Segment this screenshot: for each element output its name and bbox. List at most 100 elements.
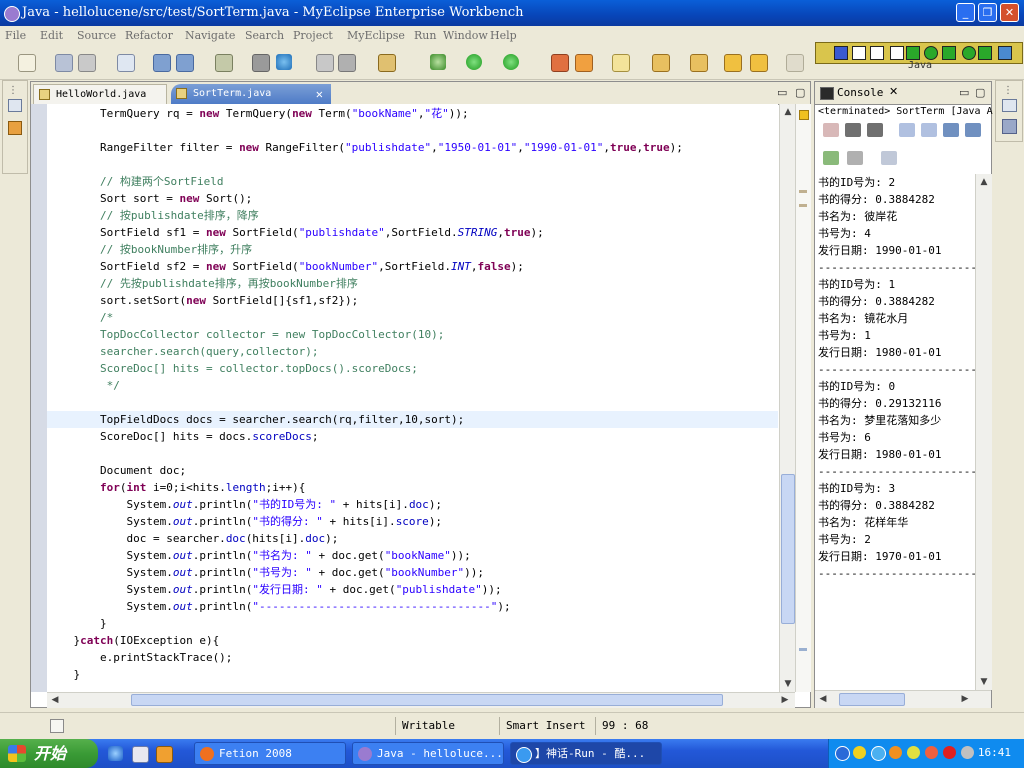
close-console-icon[interactable]: ✕: [889, 85, 898, 98]
scroll-up-icon[interactable]: ▲: [780, 104, 796, 120]
open-task-icon[interactable]: [551, 54, 569, 72]
code-line[interactable]: searcher.search(query,collector);: [47, 343, 778, 360]
menu-file[interactable]: File: [5, 29, 26, 42]
clear-console-icon[interactable]: [899, 123, 915, 137]
code-line[interactable]: System.out.println("书的得分: " + hits[i].sc…: [47, 513, 778, 530]
print-icon[interactable]: [78, 54, 96, 72]
code-line[interactable]: // 先按publishdate排序，再按bookNumber排序: [47, 275, 778, 292]
show-stderr-icon[interactable]: [965, 123, 981, 137]
menu-help[interactable]: Help: [490, 29, 517, 42]
debug-icon[interactable]: [430, 54, 446, 70]
maximize-button[interactable]: ❐: [978, 3, 997, 22]
scroll-right-icon[interactable]: ▶: [777, 693, 793, 708]
code-line[interactable]: // 按publishdate排序，降序: [47, 207, 778, 224]
tray-icon-4[interactable]: [907, 746, 920, 759]
server-icon[interactable]: [252, 54, 270, 72]
run-icon[interactable]: [466, 54, 482, 70]
refresh-icon[interactable]: [316, 54, 334, 72]
show-stdout-icon[interactable]: [943, 123, 959, 137]
tray-icon-3[interactable]: [889, 746, 902, 759]
code-line[interactable]: System.out.println("--------------------…: [47, 598, 778, 615]
code-line[interactable]: for(int i=0;i<hits.length;i++){: [47, 479, 778, 496]
tab-helloworld[interactable]: HelloWorld.java: [33, 84, 167, 104]
code-area[interactable]: TermQuery rq = new TermQuery(new Term("b…: [47, 104, 778, 692]
code-line[interactable]: TopFieldDocs docs = searcher.search(rq,f…: [47, 411, 778, 428]
search-icon[interactable]: [153, 54, 171, 72]
code-line[interactable]: e.printStackTrace();: [47, 649, 778, 666]
code-line[interactable]: TopDocCollector collector = new TopDocCo…: [47, 326, 778, 343]
menu-navigate[interactable]: Navigate: [185, 29, 235, 42]
prev-annotation-icon[interactable]: [690, 54, 708, 72]
tray-icon-6[interactable]: [943, 746, 956, 759]
occurrence-marker[interactable]: [799, 648, 807, 651]
code-line[interactable]: Document doc;: [47, 462, 778, 479]
code-line[interactable]: ScoreDoc[] hits = docs.scoreDocs;: [47, 428, 778, 445]
perspective-icon-3[interactable]: [870, 46, 884, 60]
editor-vertical-scrollbar[interactable]: ▲ ▼: [779, 104, 796, 692]
restore-icon[interactable]: [8, 99, 22, 112]
maximize-console-icon[interactable]: ▢: [975, 86, 985, 99]
code-line[interactable]: TermQuery rq = new TermQuery(new Term("b…: [47, 105, 778, 122]
task-java[interactable]: Java - helloluce...: [352, 742, 504, 765]
open-type-icon[interactable]: [176, 54, 194, 72]
scroll-lock-icon[interactable]: [921, 123, 937, 137]
tab-sortterm[interactable]: SortTerm.java ✕: [171, 84, 331, 104]
console-tab-label[interactable]: Console: [837, 86, 883, 99]
deploy-icon[interactable]: [215, 54, 233, 72]
perspective-icon-1[interactable]: [834, 46, 848, 60]
scroll-thumb[interactable]: [781, 474, 795, 624]
minimize-button[interactable]: _: [956, 3, 975, 22]
open-console-icon[interactable]: [881, 151, 897, 165]
console-vertical-scrollbar[interactable]: ▲ ▼: [975, 174, 992, 690]
menu-source[interactable]: Source: [77, 29, 116, 42]
occurrence-marker[interactable]: [799, 204, 807, 207]
code-line[interactable]: Sort sort = new Sort();: [47, 190, 778, 207]
warning-marker-icon[interactable]: [799, 110, 809, 120]
menu-search[interactable]: Search: [245, 29, 284, 42]
code-line[interactable]: RangeFilter filter = new RangeFilter("pu…: [47, 139, 778, 156]
remove-all-icon[interactable]: [867, 123, 883, 137]
display-console-icon[interactable]: [847, 151, 863, 165]
code-line[interactable]: System.out.println("书的ID号为: " + hits[i].…: [47, 496, 778, 513]
scroll-left-icon[interactable]: ◀: [47, 693, 63, 708]
minimize-view-icon[interactable]: ▭: [777, 86, 787, 99]
tray-arrow-icon[interactable]: [835, 746, 850, 761]
code-line[interactable]: SortField sf2 = new SortField("bookNumbe…: [47, 258, 778, 275]
code-line[interactable]: /*: [47, 309, 778, 326]
code-line[interactable]: [47, 156, 778, 173]
code-line[interactable]: }: [47, 666, 778, 683]
terminate-icon[interactable]: [823, 123, 839, 137]
task-kugou[interactable]: 】神话-Run - 酷...: [510, 742, 662, 765]
ie-icon[interactable]: [108, 746, 123, 761]
back-icon[interactable]: [750, 54, 768, 72]
last-edit-icon[interactable]: [724, 54, 742, 72]
media-icon[interactable]: [156, 746, 173, 763]
volume-icon[interactable]: [961, 746, 974, 759]
code-line[interactable]: // 按bookNumber排序，升序: [47, 241, 778, 258]
run-external-icon[interactable]: [503, 54, 519, 70]
task-fetion[interactable]: Fetion 2008: [194, 742, 346, 765]
code-line[interactable]: System.out.println("书号为: " + doc.get("bo…: [47, 564, 778, 581]
h-scroll-thumb[interactable]: [131, 694, 723, 706]
pin-console-icon[interactable]: [823, 151, 839, 165]
new-icon[interactable]: [18, 54, 36, 72]
code-line[interactable]: System.out.println("发行日期: " + doc.get("p…: [47, 581, 778, 598]
next-annotation-icon[interactable]: [652, 54, 670, 72]
code-line[interactable]: }: [47, 615, 778, 632]
perspective-icon-10[interactable]: [998, 46, 1012, 60]
scroll-right-icon[interactable]: ▶: [957, 691, 973, 707]
calendar-icon[interactable]: [117, 54, 135, 72]
code-line[interactable]: // 构建两个SortField: [47, 173, 778, 190]
perspective-icon-4[interactable]: [890, 46, 904, 60]
new-wizard-icon[interactable]: [378, 54, 396, 72]
code-line[interactable]: [47, 394, 778, 411]
web-browser-icon[interactable]: [276, 54, 292, 70]
code-line[interactable]: System.out.println("书名为: " + doc.get("bo…: [47, 547, 778, 564]
perspective-icon-2[interactable]: [852, 46, 866, 60]
menu-run[interactable]: Run: [414, 29, 436, 42]
code-line[interactable]: */: [47, 377, 778, 394]
scroll-down-icon[interactable]: ▼: [976, 674, 992, 690]
code-line[interactable]: }catch(IOException e){: [47, 632, 778, 649]
mark-occurrences-icon[interactable]: [612, 54, 630, 72]
scroll-up-icon[interactable]: ▲: [976, 174, 992, 190]
